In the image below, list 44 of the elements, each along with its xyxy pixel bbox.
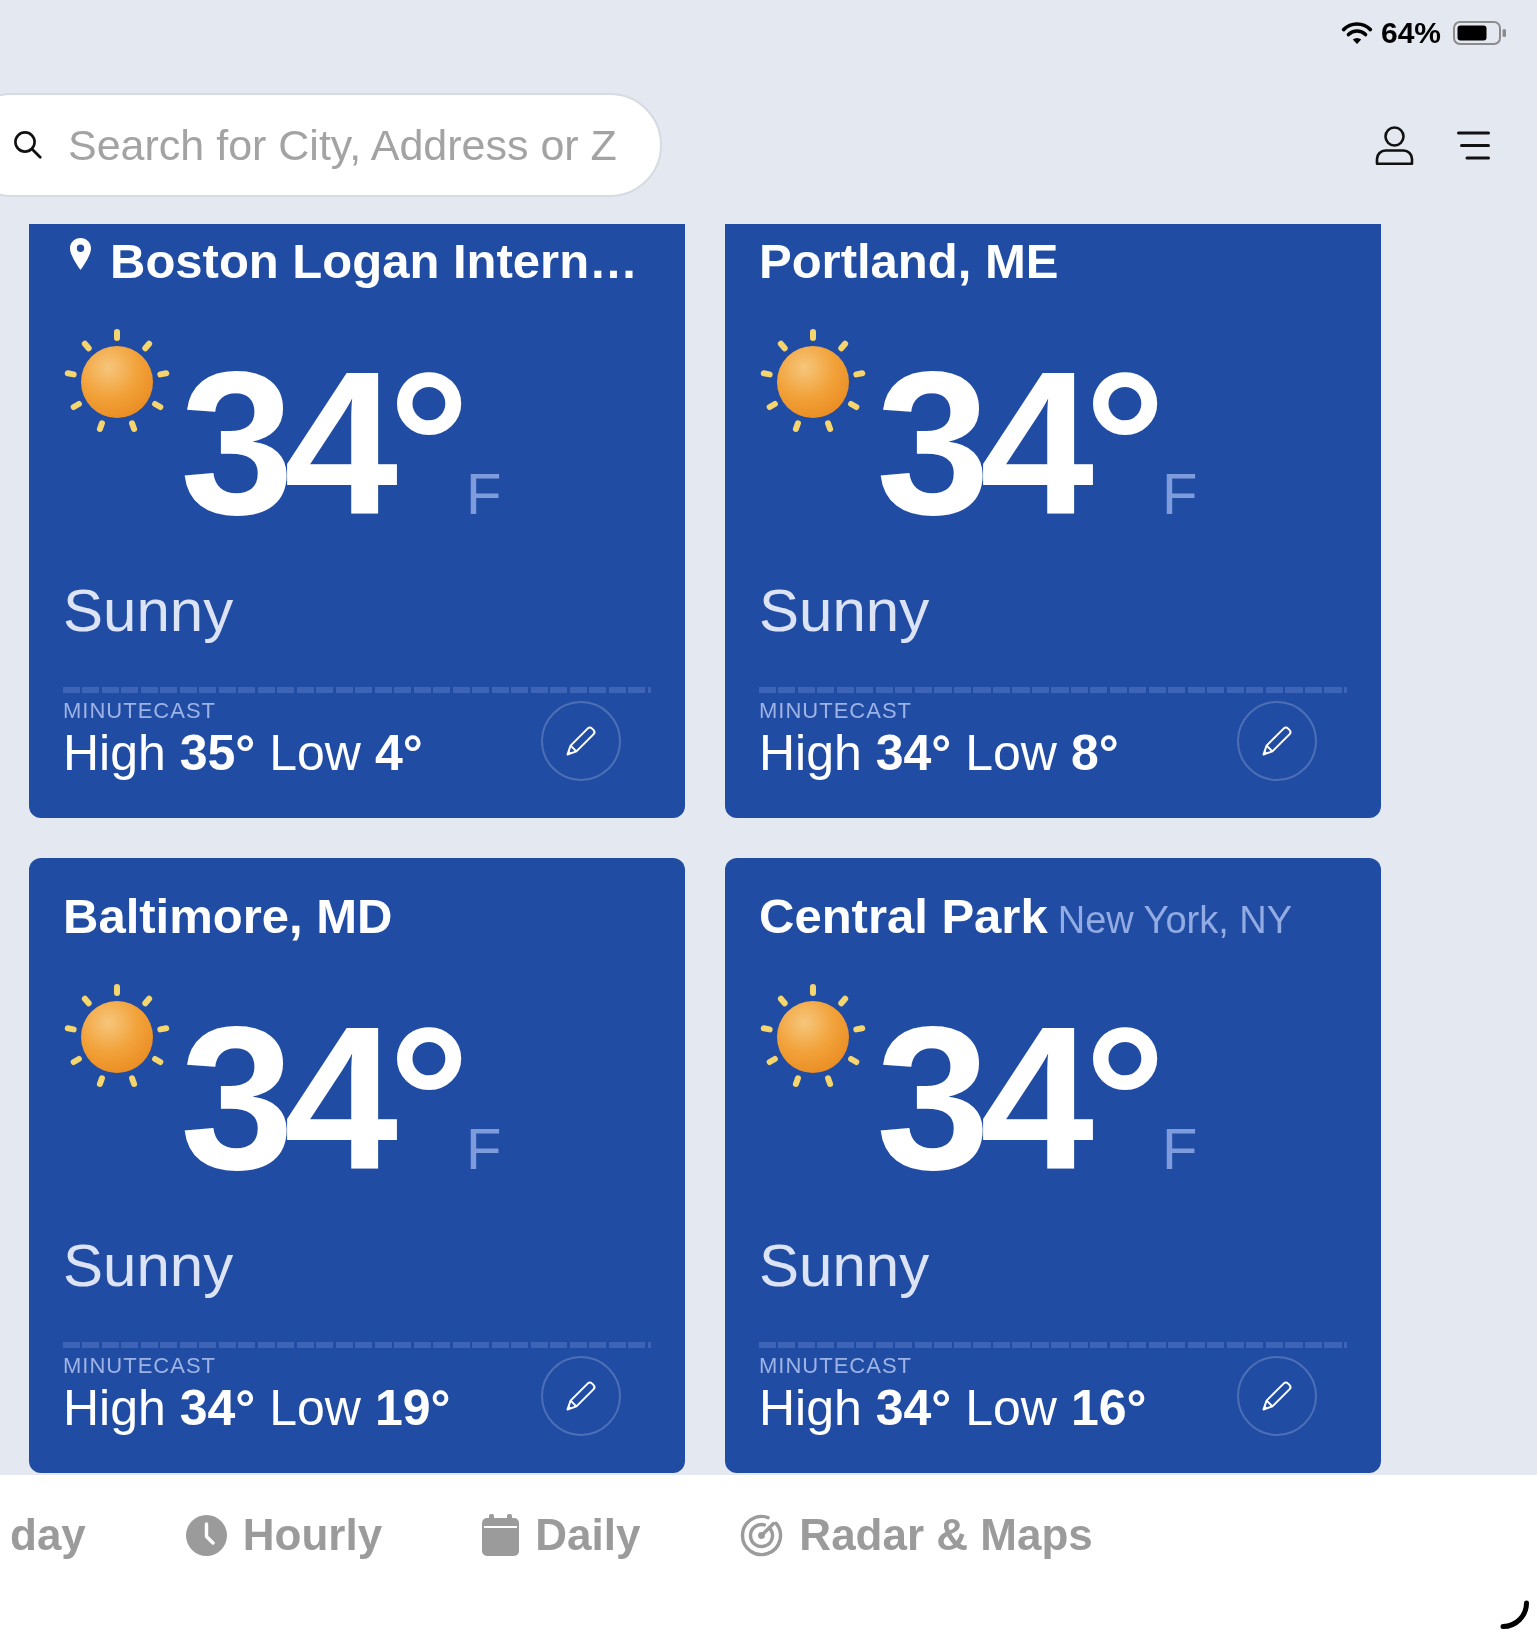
minutecast-label: MINUTECAST [63, 1354, 216, 1378]
location-region: New York, NY [1057, 898, 1293, 943]
condition-text: Sunny [63, 576, 234, 646]
wifi-icon [1340, 21, 1373, 45]
temperature-unit: F [466, 1120, 502, 1178]
menu-icon[interactable] [1457, 130, 1490, 160]
battery-percent: 64% [1380, 18, 1441, 48]
high-low-text: High 34° Low 19° [63, 1379, 451, 1438]
condition-text: Sunny [63, 1231, 234, 1301]
temperature-unit: F [1162, 465, 1198, 523]
condition-text: Sunny [759, 576, 930, 646]
high-low-text: High 34° Low 8° [759, 724, 1119, 783]
temperature: 34° [876, 356, 1156, 531]
account-icon[interactable] [1375, 125, 1414, 165]
location-name: Boston Logan Intern… [110, 233, 639, 290]
high-low-text: High 35° Low 4° [63, 724, 423, 783]
weather-card[interactable]: Baltimore, MD 34°F Sunny MINUTECAST High 34° Low 19° [29, 858, 685, 1473]
resize-handle-icon[interactable] [1500, 1600, 1529, 1629]
location-name: Portland, ME [759, 233, 1059, 290]
calendar-icon [482, 1514, 520, 1556]
clock-icon [185, 1514, 227, 1556]
weather-card[interactable]: Portland, ME 34°F Sunny MINUTECAST High 34° Low 8° [725, 224, 1381, 818]
location-name: Baltimore, MD [63, 888, 393, 945]
high-low-text: High 34° Low 16° [759, 1379, 1147, 1438]
condition-text: Sunny [759, 1231, 930, 1301]
temperature: 34° [180, 356, 460, 531]
minutecast-label: MINUTECAST [759, 1354, 912, 1378]
battery-icon [1453, 21, 1507, 45]
radar-icon [740, 1513, 784, 1557]
minutecast-label: MINUTECAST [63, 699, 216, 723]
temperature: 34° [180, 1011, 460, 1186]
weather-card[interactable]: Boston Logan Intern… 34°F Sunny MINUTECAST High 35° Low 4° [29, 224, 685, 818]
edit-button[interactable] [541, 701, 621, 781]
search-field[interactable]: Search for City, Address or Z [0, 93, 662, 197]
temperature-unit: F [1162, 1120, 1198, 1178]
edit-button[interactable] [541, 1356, 621, 1436]
minutecast-label: MINUTECAST [759, 699, 912, 723]
location-name: Central Park [759, 888, 1048, 945]
search-icon [13, 130, 42, 159]
weather-card[interactable]: Central Park New York, NY 34°F Sunny MINUTECAST High 34° Low 16° [725, 858, 1381, 1473]
temperature: 34° [876, 1011, 1156, 1186]
edit-button[interactable] [1237, 701, 1317, 781]
edit-button[interactable] [1237, 1356, 1317, 1436]
temperature-unit: F [466, 465, 502, 523]
